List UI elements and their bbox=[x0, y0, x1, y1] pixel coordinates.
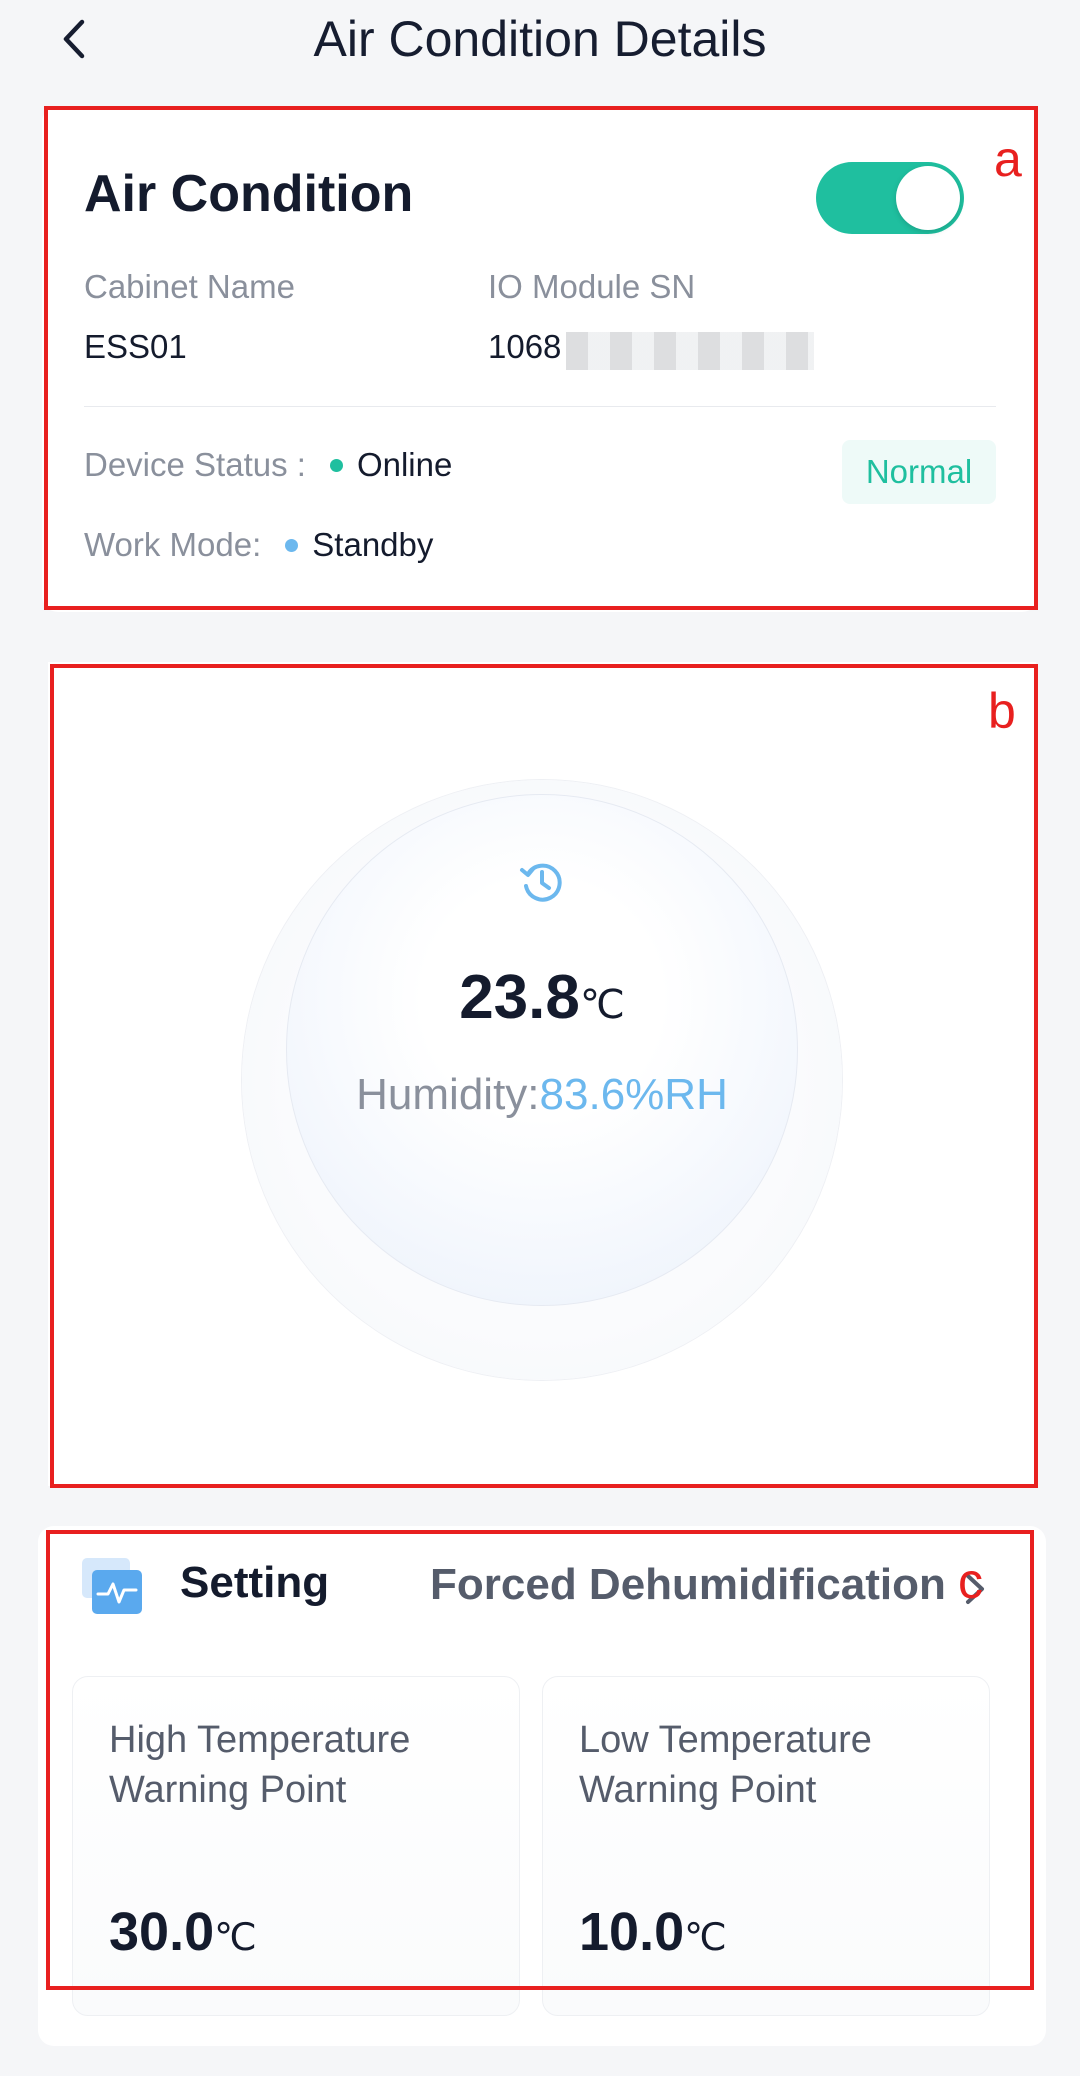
standby-dot-icon bbox=[285, 538, 299, 552]
page-title: Air Condition Details bbox=[313, 11, 767, 67]
cabinet-name-label: Cabinet Name bbox=[84, 268, 295, 305]
cabinet-name-value: ESS01 bbox=[84, 328, 187, 365]
low-temp-warning-value: 10.0 bbox=[579, 1902, 685, 1962]
humidity-label: Humidity: bbox=[356, 1070, 540, 1119]
setting-icon bbox=[82, 1558, 142, 1614]
humidity-row: Humidity:83.6%RH bbox=[48, 1070, 1036, 1120]
io-module-sn-value: 1068 bbox=[488, 328, 562, 365]
high-temp-warning-unit: ℃ bbox=[214, 1917, 257, 1959]
high-temp-warning-value: 30.0 bbox=[109, 1902, 215, 1962]
io-module-sn-label: IO Module SN bbox=[488, 268, 696, 305]
high-temp-warning-label: High Temperature Warning Point bbox=[109, 1719, 411, 1811]
device-status-value: Online bbox=[356, 446, 453, 483]
high-temp-warning-reading: 30.0℃ bbox=[109, 1901, 257, 1963]
annotation-label-b: b bbox=[988, 683, 1016, 739]
low-temp-warning-label: Low Temperature Warning Point bbox=[579, 1719, 872, 1811]
setting-card: Setting Forced Dehumidification High Tem… bbox=[38, 1526, 1046, 2046]
setting-title: Setting bbox=[180, 1558, 330, 1607]
work-mode-row: Work Mode: Standby bbox=[84, 526, 433, 564]
temperature-value: 23.8 bbox=[459, 963, 580, 1032]
toggle-knob bbox=[896, 166, 960, 230]
device-status-row: Device Status : Online bbox=[84, 446, 452, 484]
low-temp-warning-card[interactable]: Low Temperature Warning Point 10.0℃ bbox=[542, 1676, 990, 2016]
device-info-card: Air Condition Cabinet Name ESS01 IO Modu… bbox=[42, 106, 1038, 612]
work-mode-label: Work Mode: bbox=[84, 526, 262, 563]
annotation-label-a: a bbox=[994, 131, 1022, 187]
device-status-label: Device Status : bbox=[84, 446, 306, 483]
temperature-gauge-card: 23.8℃ Humidity:83.6%RH bbox=[48, 662, 1036, 1486]
temperature-unit: ℃ bbox=[579, 983, 625, 1027]
power-toggle[interactable] bbox=[816, 162, 964, 234]
device-name: Air Condition bbox=[84, 165, 414, 223]
temperature-reading: 23.8℃ bbox=[48, 962, 1036, 1033]
divider bbox=[84, 406, 996, 407]
work-mode-value: Standby bbox=[312, 526, 434, 563]
sn-redaction bbox=[566, 332, 814, 370]
high-temp-warning-card[interactable]: High Temperature Warning Point 30.0℃ bbox=[72, 1676, 520, 2016]
header: Air Condition Details bbox=[0, 0, 1080, 88]
low-temp-warning-unit: ℃ bbox=[684, 1917, 727, 1959]
history-icon[interactable] bbox=[518, 858, 566, 906]
low-temp-warning-reading: 10.0℃ bbox=[579, 1901, 727, 1963]
annotation-label-c: c bbox=[958, 1553, 983, 1609]
online-dot-icon bbox=[329, 458, 343, 472]
status-badge: Normal bbox=[842, 440, 996, 504]
humidity-value: 83.6%RH bbox=[539, 1070, 728, 1119]
setting-mode-selector[interactable]: Forced Dehumidification bbox=[430, 1560, 946, 1610]
